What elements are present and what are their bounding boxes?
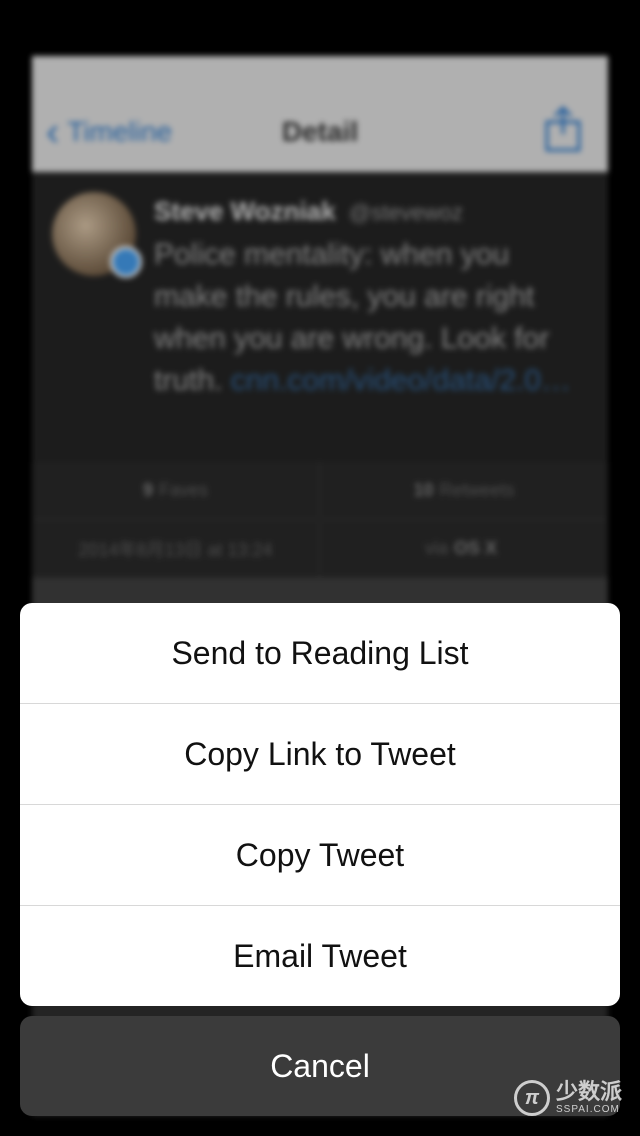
send-to-reading-list-button[interactable]: Send to Reading List bbox=[20, 603, 620, 704]
copy-tweet-button[interactable]: Copy Tweet bbox=[20, 805, 620, 906]
watermark-text-cn: 少数派 bbox=[555, 1079, 622, 1104]
action-sheet: Send to Reading List Copy Link to Tweet … bbox=[20, 603, 620, 1006]
copy-link-to-tweet-button[interactable]: Copy Link to Tweet bbox=[20, 704, 620, 805]
email-tweet-button[interactable]: Email Tweet bbox=[20, 906, 620, 1006]
watermark-text: 少数派 SSPAI.COM bbox=[556, 1081, 622, 1115]
watermark-text-en: SSPAI.COM bbox=[555, 1104, 620, 1115]
watermark-logo: π bbox=[513, 1080, 550, 1116]
watermark: π 少数派 SSPAI.COM bbox=[513, 1076, 622, 1120]
